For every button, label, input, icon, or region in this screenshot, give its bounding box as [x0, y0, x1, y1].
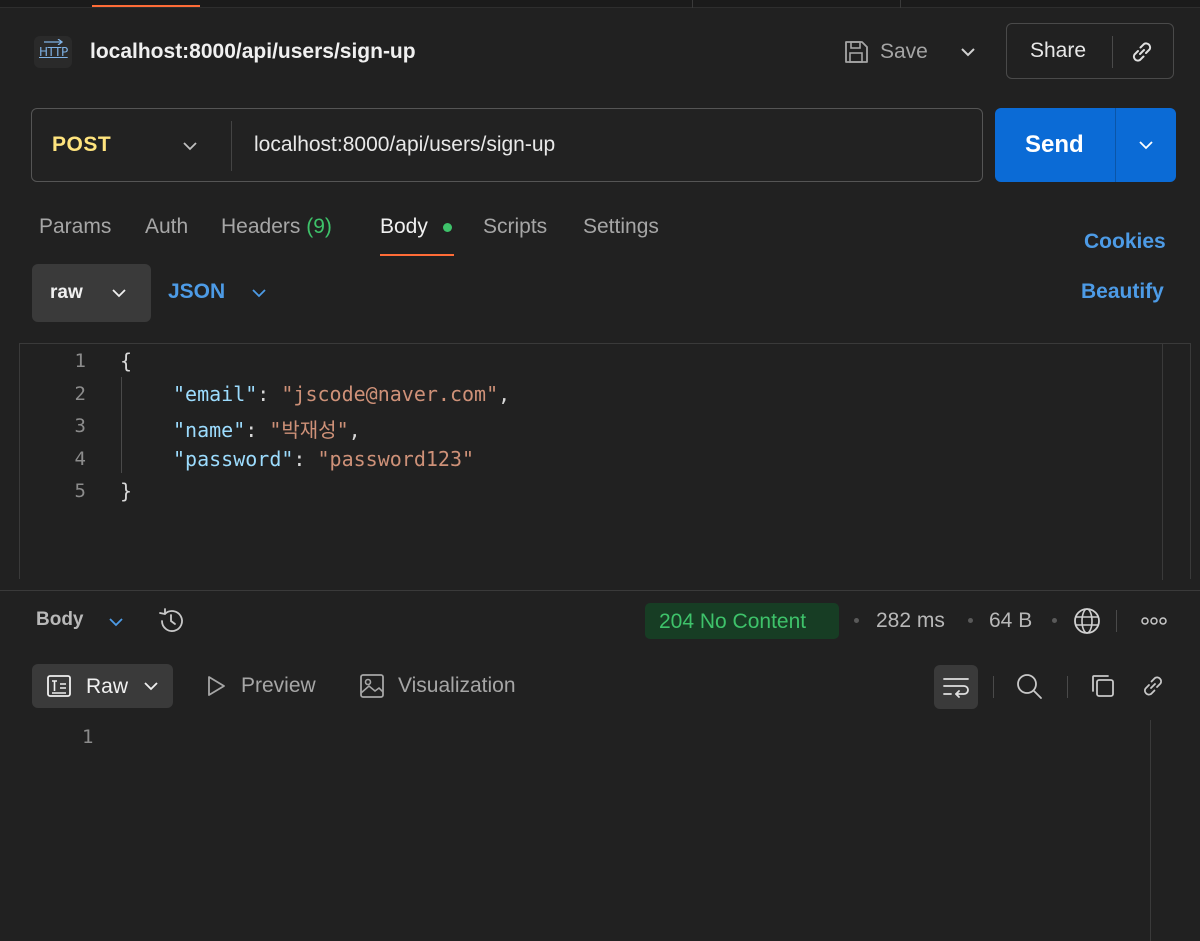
more-options-icon[interactable] — [1140, 613, 1168, 629]
link-icon[interactable] — [1138, 671, 1168, 701]
headers-count-badge: (9) — [306, 215, 332, 238]
share-button-group: Share — [1006, 23, 1174, 79]
wrap-lines-icon — [943, 678, 969, 698]
pane-resize-divider[interactable] — [0, 590, 1200, 591]
preview-label: Preview — [241, 674, 316, 697]
visualization-tab[interactable]: Visualization — [358, 672, 516, 700]
send-options-chevron-down-icon[interactable] — [1134, 133, 1158, 157]
line-number: 3 — [74, 415, 86, 437]
code-line: { — [120, 349, 133, 373]
copy-icon[interactable] — [1088, 671, 1118, 701]
response-scroll-track[interactable] — [1150, 720, 1151, 941]
body-mode-label: raw — [50, 282, 83, 303]
active-tab-underline — [380, 254, 454, 256]
json-key: "password" — [173, 447, 294, 471]
indent-guide — [121, 377, 122, 473]
send-button[interactable]: Send — [1025, 131, 1084, 159]
tab-body[interactable]: Body — [380, 215, 428, 239]
code-line: "email": "jscode@naver.com", — [173, 382, 511, 406]
chevron-down-icon — [144, 682, 158, 691]
visualization-label: Visualization — [398, 674, 516, 697]
code-line: "password": "password123" — [173, 447, 475, 471]
image-icon — [360, 674, 384, 698]
response-view-select[interactable]: Body — [36, 609, 84, 631]
save-options-chevron-down-icon[interactable] — [956, 40, 980, 64]
json-key: "email" — [173, 382, 258, 406]
copy-link-icon[interactable] — [1128, 38, 1156, 66]
cookies-link[interactable]: Cookies — [1084, 230, 1166, 254]
tab-scripts[interactable]: Scripts — [483, 215, 547, 239]
line-number: 5 — [74, 480, 86, 502]
status-badge[interactable]: 204 No Content — [645, 603, 839, 639]
open-tabs-strip — [0, 0, 1200, 8]
save-button[interactable]: Save — [842, 36, 928, 68]
response-size[interactable]: 64 B — [989, 609, 1032, 633]
share-button[interactable]: Share — [1030, 39, 1086, 63]
url-bar: POST localhost:8000/api/users/sign-up — [31, 108, 983, 182]
raw-text-icon — [47, 675, 71, 697]
chevron-down-icon — [112, 289, 126, 298]
tab-headers[interactable]: Headers (9) — [221, 215, 332, 239]
method-chevron-down-icon[interactable] — [178, 134, 202, 158]
save-label: Save — [880, 40, 928, 63]
send-button-group: Send — [995, 108, 1176, 182]
language-chevron-down-icon[interactable] — [247, 281, 271, 305]
request-title[interactable]: localhost:8000/api/users/sign-up — [90, 38, 416, 66]
tab-params[interactable]: Params — [39, 215, 111, 239]
wrap-lines-button[interactable] — [934, 665, 978, 709]
response-format-select[interactable]: Raw — [32, 664, 173, 708]
tab-settings[interactable]: Settings — [583, 215, 659, 239]
save-icon — [845, 41, 868, 63]
json-string: "jscode@naver.com" — [281, 382, 499, 406]
json-string: "박재성" — [269, 418, 349, 442]
preview-tab[interactable]: Preview — [203, 672, 316, 700]
method-select[interactable]: POST — [52, 133, 111, 157]
active-tab-indicator — [92, 5, 200, 7]
beautify-link[interactable]: Beautify — [1081, 280, 1164, 304]
play-icon — [208, 676, 225, 696]
globe-icon[interactable] — [1072, 606, 1102, 636]
code-line: } — [120, 479, 133, 503]
line-number: 1 — [74, 350, 86, 372]
body-mode-select[interactable]: raw — [32, 264, 151, 322]
response-time[interactable]: 282 ms — [876, 609, 945, 633]
line-number: 2 — [74, 383, 86, 405]
response-view-chevron-down-icon[interactable] — [104, 610, 128, 634]
code-line: "name": "박재성", — [173, 418, 361, 442]
http-request-icon: HTTP — [34, 36, 72, 68]
line-number: 4 — [74, 448, 86, 470]
body-language-select[interactable]: JSON — [168, 280, 225, 304]
search-icon[interactable] — [1014, 671, 1044, 701]
body-modified-dot — [443, 223, 452, 232]
json-key: "name" — [173, 418, 246, 442]
response-line-number: 1 — [82, 726, 94, 748]
history-icon[interactable] — [156, 606, 186, 636]
json-string: "password123" — [317, 447, 475, 471]
tab-auth[interactable]: Auth — [145, 215, 188, 239]
tab-headers-label: Headers — [221, 215, 301, 238]
response-format-label: Raw — [86, 675, 129, 698]
url-input[interactable]: localhost:8000/api/users/sign-up — [254, 133, 555, 157]
